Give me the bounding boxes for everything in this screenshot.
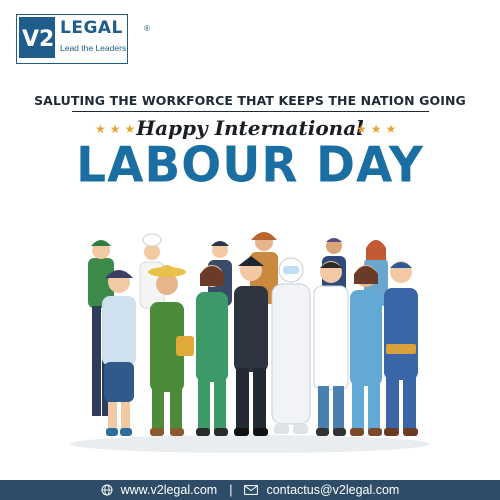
registered-mark: ® (144, 24, 150, 33)
worker-doctor (313, 261, 349, 436)
mail-icon (244, 485, 259, 495)
contact-footer: www.v2legal.com | contactus@v2legal.com (0, 480, 500, 500)
website-link[interactable]: www.v2legal.com (121, 483, 218, 497)
logo-mark-text: V2 (22, 27, 54, 52)
ground-shadow (70, 435, 430, 453)
logo-mark: V2 (19, 17, 55, 58)
tagline-underline (72, 111, 429, 112)
globe-icon (101, 484, 113, 496)
logo-word: LEGAL (60, 18, 123, 38)
labour-day-poster: V2 LEGAL Lead the Leaders ® SALUTING THE… (0, 0, 500, 500)
footer-separator: | (229, 483, 233, 497)
logo-tagline: Lead the Leaders (60, 43, 127, 53)
worker-hazmat (271, 257, 311, 434)
tagline: SALUTING THE WORKFORCE THAT KEEPS THE NA… (34, 93, 466, 108)
page-title: LABOUR DAY (76, 136, 424, 195)
workers-illustration (70, 232, 430, 453)
v2legal-logo[interactable]: V2 LEGAL Lead the Leaders ® (16, 14, 150, 66)
star-icon: ★★★ (356, 122, 401, 136)
email-link[interactable]: contactus@v2legal.com (266, 483, 399, 497)
worker-repairman (384, 261, 418, 436)
